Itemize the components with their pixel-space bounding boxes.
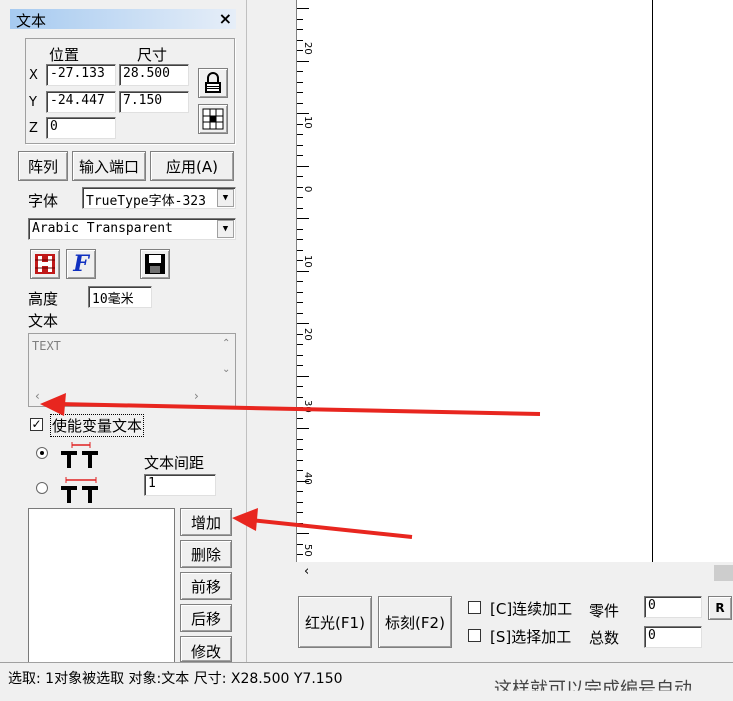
red-arrow-to-add-button: [232, 508, 413, 539]
red-arrow-to-checkbox: [40, 393, 541, 416]
annotation-arrows: [40, 393, 541, 539]
